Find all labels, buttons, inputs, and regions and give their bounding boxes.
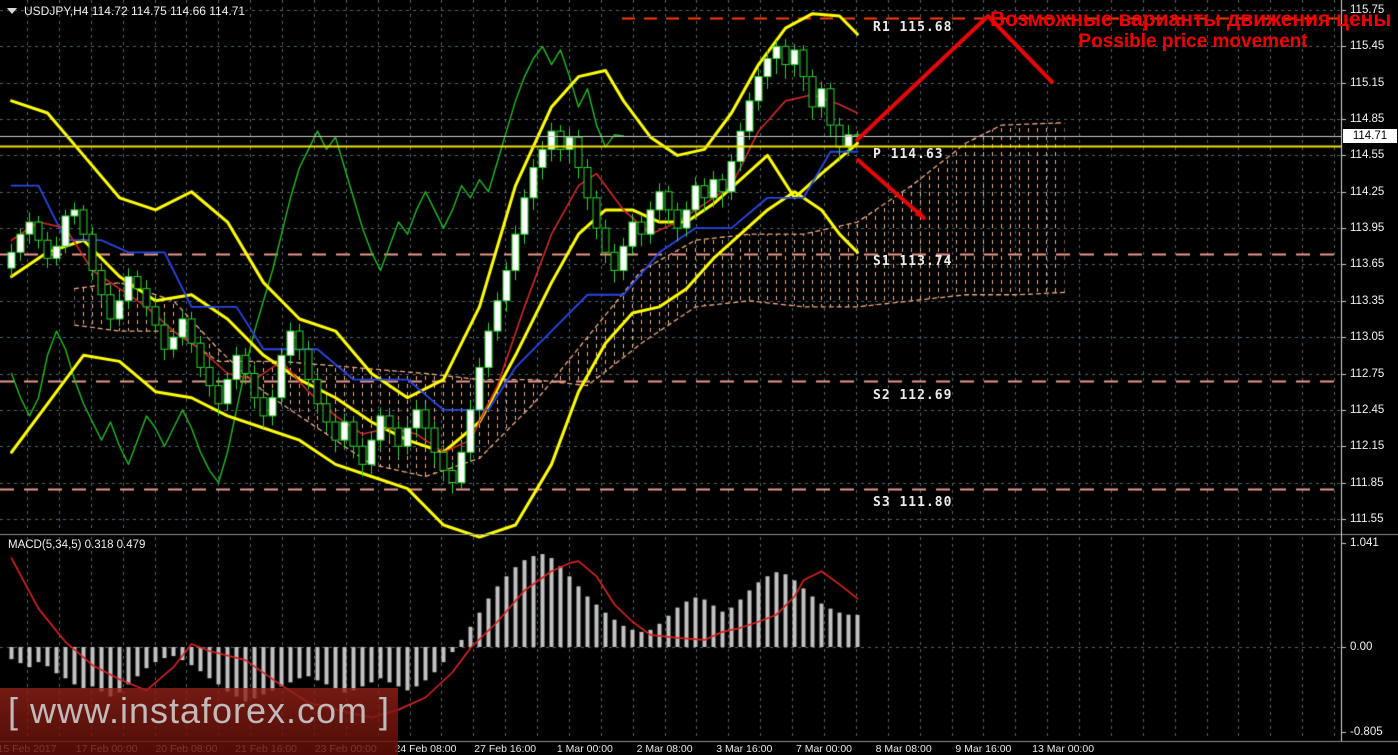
time-tick-label: 7 Mar 00:00: [795, 743, 853, 755]
time-tick-label: 3 Mar 16:00: [716, 743, 773, 755]
pivot-label-s1: S1 113.74: [873, 254, 953, 269]
price-tick-label: 113.05: [1350, 331, 1385, 344]
chevron-down-icon[interactable]: [7, 8, 17, 14]
price-tick-label: 114.25: [1350, 185, 1385, 198]
price-axis[interactable]: 115.75 115.45 115.15 114.85 114.55 114.25 113.…: [1342, 0, 1398, 741]
time-tick-label: 13 Mar 00:00: [1032, 743, 1095, 755]
time-tick-label: 9 Mar 16:00: [955, 743, 1012, 755]
annotation-text-en: Possible price movement: [1078, 31, 1308, 52]
price-tick-label: 112.45: [1350, 403, 1385, 416]
pivot-label-s3: S3 111.80: [873, 495, 953, 510]
macd-indicator-label: MACD(5,34,5) 0.318 0.479: [8, 539, 146, 551]
price-tick-label: 114.55: [1350, 149, 1385, 162]
chart-canvas[interactable]: [0, 0, 1398, 755]
symbol-ohlc-text: USDJPY,H4 114.72 114.75 114.66 114.71: [24, 4, 246, 18]
chart-title: USDJPY,H4 114.72 114.75 114.66 114.71: [7, 4, 245, 18]
price-tick-label: 113.35: [1350, 294, 1385, 307]
price-tick-label: 112.75: [1350, 367, 1385, 380]
price-tick-label: 114.85: [1350, 113, 1385, 126]
price-tick-label: 113.65: [1350, 258, 1385, 271]
instaforex-watermark-banner: [ www.instaforex.com ]: [0, 688, 398, 755]
annotation-text-ru: Возможные варианты движения цены: [990, 8, 1392, 31]
price-tick-label: 111.55: [1350, 512, 1384, 525]
time-tick-label: 2 Mar 08:00: [636, 743, 693, 755]
macd-tick-label: 0.00: [1350, 641, 1373, 653]
time-tick-label: 1 Mar 00:00: [556, 743, 613, 755]
price-tick-label: 115.15: [1350, 76, 1385, 89]
time-tick-label: 27 Feb 16:00: [474, 743, 537, 755]
price-tick-label: 113.95: [1350, 222, 1385, 235]
macd-tick-label: 1.041: [1350, 537, 1379, 549]
current-price-badge: 114.71: [1343, 129, 1397, 143]
pivot-label-p: P 114.63: [873, 147, 944, 162]
pivot-label-s2: S2 112.69: [873, 388, 953, 403]
price-tick-label: 111.85: [1350, 476, 1384, 489]
pivot-label-r1: R1 115.68: [873, 20, 953, 35]
time-tick-label: 8 Mar 08:00: [875, 743, 932, 755]
macd-tick-label: -0.805: [1350, 726, 1383, 738]
watermark-text: [ www.instaforex.com ]: [7, 690, 391, 731]
price-tick-label: 112.15: [1350, 440, 1385, 453]
chart-window: USDJPY,H4 114.72 114.75 114.66 114.71 Во…: [0, 0, 1398, 755]
